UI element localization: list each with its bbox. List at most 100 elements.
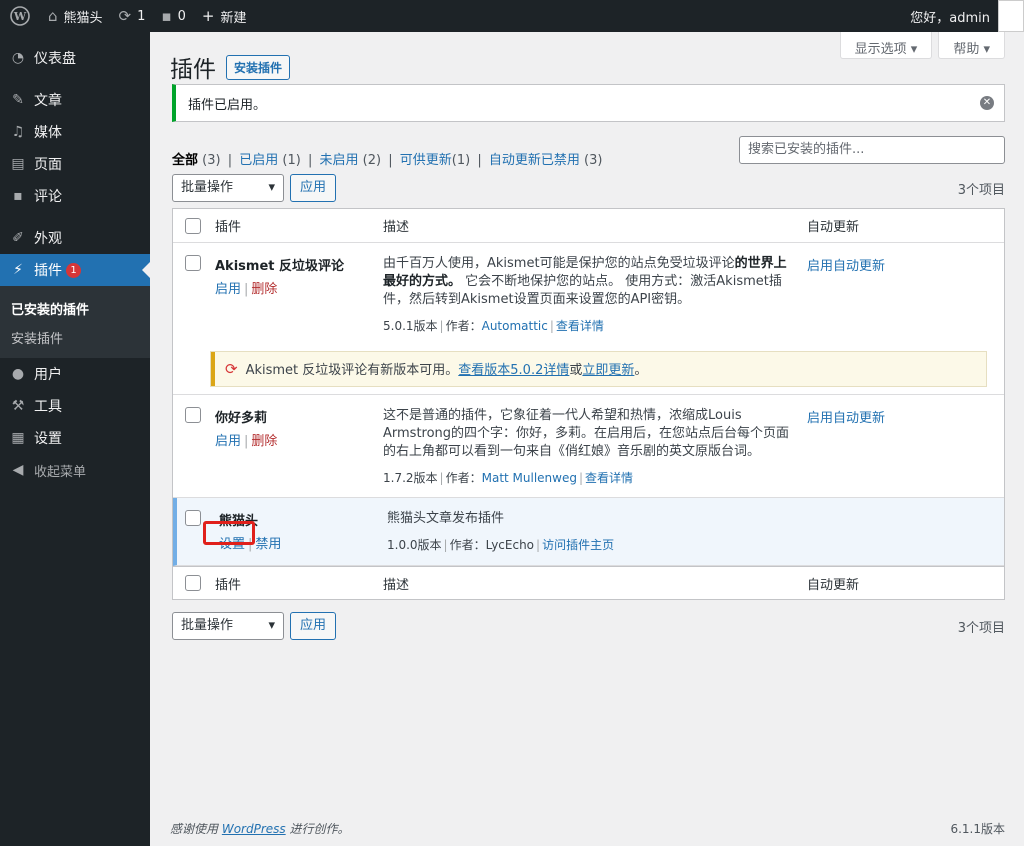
dismiss-icon[interactable]: ✕ [980,96,994,110]
collapse-icon: ◀ [12,462,24,478]
comments-link[interactable]: ▪ 0 [153,0,193,32]
tablenav-bottom: 批量操作 应用 3个项目 [172,612,1005,640]
bulk-action-select[interactable]: 批量操作 [172,174,284,202]
author-link[interactable]: Matt Mullenweg [482,471,577,485]
bulk-action-select-bottom[interactable]: 批量操作 [172,612,284,640]
column-header-description: 描述 [383,220,410,235]
highlight-annotation [203,521,255,545]
menu-label: 收起菜单 [34,464,87,480]
avatar[interactable] [998,0,1024,32]
updates-count: 1 [137,8,146,24]
filter-count: (1) [451,153,471,168]
update-now-link[interactable]: 立即更新 [582,359,634,378]
column-header-plugin: 插件 [215,220,242,235]
plugin-homepage-link[interactable]: 访问插件主页 [542,538,614,552]
activate-link[interactable]: 启用 [215,282,241,297]
collapse-menu-button[interactable]: ◀ 收起菜单 [0,454,150,486]
menu-plugins[interactable]: ⚡ 插件 1 [0,254,150,286]
menu-tools[interactable]: ⚒ 工具 [0,390,150,422]
filter-auto-update-disabled[interactable]: 自动更新已禁用 [489,153,580,168]
update-notice: ⟳ Akismet 反垃圾评论有新版本可用。 查看版本5.0.2详情或立即更新。 [211,351,986,386]
screen-options-button[interactable]: 显示选项 ▾ [839,32,933,59]
plugin-icon: ⚡ [13,262,23,278]
refresh-icon: ⟳ [118,7,132,25]
enable-auto-update-link[interactable]: 启用自动更新 [807,411,885,426]
view-details-link[interactable]: 查看详情 [556,319,604,333]
menu-appearance[interactable]: ✐ 外观 [0,222,150,254]
main-content: 显示选项 ▾ 帮助 ▾ 插件 安装插件 插件已启用。 ✕ 全部 (3) | 已启… [150,32,1024,846]
filter-count: (2) [362,153,382,168]
activate-link[interactable]: 启用 [215,434,241,449]
plugin-update-row: ⟳ Akismet 反垃圾评论有新版本可用。 查看版本5.0.2详情或立即更新。 [173,343,1004,395]
plugin-description: 由千百万人使用，Akismet可能是保护您的站点免受垃圾评论的世界上最好的方式。… [383,256,787,307]
plugin-title: 你好多莉 [215,411,268,426]
new-content-link[interactable]: + 新建 [194,0,255,32]
footer-thanks: 感谢使用 WordPress 进行创作。 [170,822,350,836]
filter-update-available[interactable]: 可供更新 [400,153,452,168]
greeting-link[interactable]: 您好，admin [910,7,990,26]
plugins-table: 插件 描述 自动更新 Akismet 反垃圾评论 启用 | 删除 由千百万人使用，A… [172,208,1005,600]
author-name: LycEcho [485,538,535,552]
filter-active[interactable]: 已启用 [239,153,278,168]
plugin-meta: 5.0.1版本 | 作者：Automattic | 查看详情 [383,319,604,333]
author-link[interactable]: Automattic [482,319,548,333]
plugin-meta: 1.7.2版本 | 作者：Matt Mullenweg | 查看详情 [383,471,634,485]
plugin-update-badge: 1 [66,262,81,278]
plugin-description: 熊猫头文章发布插件 [387,511,505,526]
menu-label: 仪表盘 [34,51,76,67]
menu-dashboard[interactable]: ◔ 仪表盘 [0,42,150,74]
table-footer: 插件 描述 自动更新 [173,566,1004,599]
delete-link[interactable]: 删除 [251,282,277,297]
comments-count: 0 [177,8,186,24]
help-button[interactable]: 帮助 ▾ [938,32,1005,59]
column-footer-plugin: 插件 [215,577,242,593]
footer-version: 6.1.1版本 [950,822,1005,836]
plugin-checkbox[interactable] [185,407,201,423]
plus-icon: + [201,7,215,25]
wordpress-link[interactable]: WordPress [222,822,286,836]
submenu-add-plugin[interactable]: 安装插件 [0,323,150,352]
deactivate-link[interactable]: 禁用 [255,537,281,552]
menu-label: 设置 [34,431,62,447]
plugin-checkbox[interactable] [185,510,201,526]
menu-pages[interactable]: ▤ 页面 [0,148,150,180]
menu-comments[interactable]: ▪ 评论 [0,180,150,212]
view-details-link[interactable]: 查看详情 [585,471,633,485]
filter-all[interactable]: 全部 [172,153,198,168]
search-plugins-input[interactable]: 搜索已安装的插件... [739,136,1005,164]
menu-label: 页面 [34,157,62,173]
site-name-link[interactable]: ⌂ 熊猫头 [40,0,111,32]
menu-label: 工具 [34,399,62,415]
updates-link[interactable]: ⟳ 1 [111,0,154,32]
view-version-details-link[interactable]: 查看版本5.0.2详情 [458,359,569,378]
submenu-installed-plugins[interactable]: 已安装的插件 [0,294,150,323]
menu-users[interactable]: ● 用户 [0,358,150,390]
add-new-plugin-button[interactable]: 安装插件 [226,54,291,80]
apply-button[interactable]: 应用 [290,174,337,202]
tablenav-top: 批量操作 应用 3个项目 [172,174,1005,202]
wordpress-logo-icon[interactable]: W [0,0,40,32]
wrench-icon: ⚒ [11,398,25,414]
select-all-checkbox-footer[interactable] [185,575,201,591]
apply-button-bottom[interactable]: 应用 [290,612,337,640]
plugin-checkbox[interactable] [185,255,201,271]
enable-auto-update-link[interactable]: 启用自动更新 [807,259,885,274]
filter-inactive[interactable]: 未启用 [320,153,359,168]
column-header-auto-update: 自动更新 [807,220,860,235]
dashboard-icon: ◔ [11,50,25,66]
menu-media[interactable]: ♫ 媒体 [0,116,150,148]
column-footer-description: 描述 [383,577,410,593]
select-all-checkbox[interactable] [185,217,201,234]
plugin-description: 这不是普通的插件，它象征着一代人希望和热情，浓缩成Louis Armstrong… [383,408,790,459]
menu-label: 外观 [34,231,62,247]
site-name: 熊猫头 [63,10,103,26]
menu-settings[interactable]: ▦ 设置 [0,422,150,454]
page-title: 插件 [170,57,216,83]
delete-link[interactable]: 删除 [251,434,277,449]
svg-text:W: W [13,10,27,23]
table-header: 插件 描述 自动更新 [173,209,1004,243]
menu-posts[interactable]: ✎ 文章 [0,84,150,116]
items-count-bottom: 3个项目 [957,620,1005,636]
menu-label: 文章 [34,93,62,109]
plugin-meta: 1.0.0版本 | 作者：LycEcho | 访问插件主页 [387,538,615,552]
